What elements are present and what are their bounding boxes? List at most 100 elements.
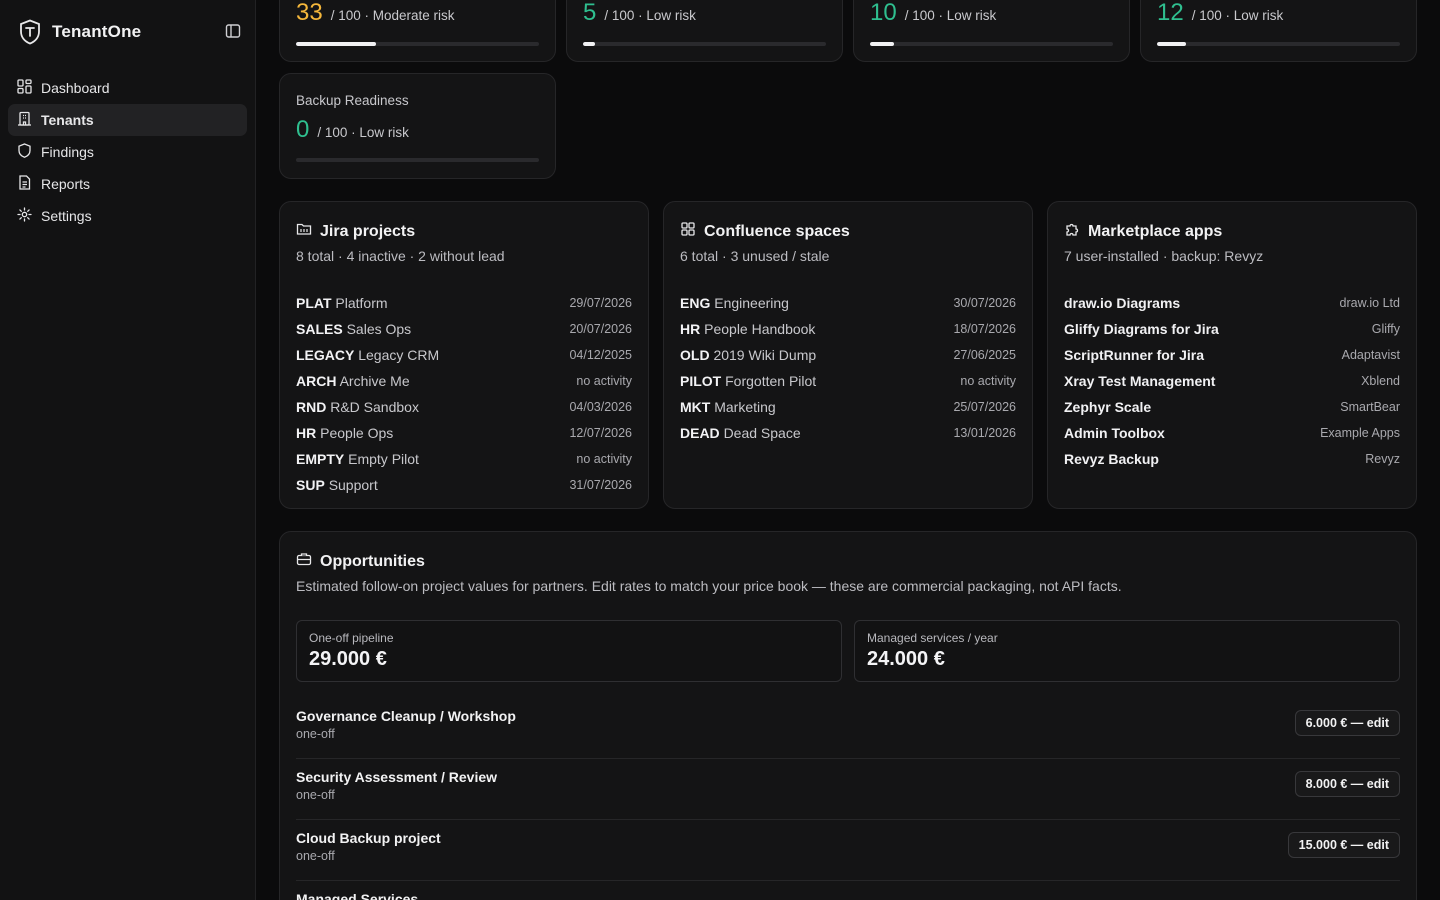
score-value: 5 <box>583 0 597 26</box>
list-item[interactable]: Admin Toolbox Example Apps <box>1064 420 1400 446</box>
score-progress-bar <box>870 42 1113 46</box>
briefcase-icon <box>296 551 312 572</box>
sidebar-toggle-icon[interactable] <box>224 22 242 40</box>
score-suffix: / 100 · Low risk <box>1191 8 1284 23</box>
opportunity-item: Managed Services <box>296 881 1400 900</box>
opportunity-name: Cloud Backup project <box>296 830 441 846</box>
list-item[interactable]: OLD 2019 Wiki Dump 27/06/2025 <box>680 342 1016 368</box>
main-content: 33 / 100 · Moderate risk 5 / 100 · Low r… <box>256 0 1440 900</box>
list-item[interactable]: PLAT Platform 29/07/2026 <box>296 290 632 316</box>
app-name: TenantOne <box>52 22 142 41</box>
confluence-space-list: ENG Engineering 30/07/2026 HR People Hand… <box>680 290 1016 446</box>
opportunity-item: Governance Cleanup / Workshop one-off 6.… <box>296 698 1400 759</box>
opportunity-type: one-off <box>296 849 335 863</box>
opportunity-type: one-off <box>296 788 335 802</box>
score-progress-bar <box>1157 42 1400 46</box>
list-item[interactable]: Zephyr Scale SmartBear <box>1064 394 1400 420</box>
opportunity-type: one-off <box>296 727 335 741</box>
panel-description: Estimated follow-on project values for p… <box>296 578 1122 594</box>
list-item[interactable]: ScriptRunner for Jira Adaptavist <box>1064 342 1400 368</box>
document-icon <box>17 175 32 193</box>
list-item[interactable]: HR People Ops 12/07/2026 <box>296 420 632 446</box>
score-progress-bar <box>296 42 539 46</box>
list-item[interactable]: RND R&D Sandbox 04/03/2026 <box>296 394 632 420</box>
sidebar-item-label: Reports <box>41 176 91 192</box>
score-suffix: / 100 · Low risk <box>904 8 997 23</box>
score-progress-bar <box>583 42 826 46</box>
score-value: 10 <box>870 0 897 26</box>
sidebar-item-label: Tenants <box>41 112 94 128</box>
list-item[interactable]: SALES Sales Ops 20/07/2026 <box>296 316 632 342</box>
sidebar-item-label: Settings <box>41 208 92 224</box>
panel-summary: 8 total · 4 inactive · 2 without lead <box>296 248 505 264</box>
list-item[interactable]: PILOT Forgotten Pilot no activity <box>680 368 1016 394</box>
dashboard-icon <box>17 79 32 97</box>
sidebar-item-label: Dashboard <box>41 80 110 96</box>
one-off-pipeline-stat: One-off pipeline 29.000 € <box>296 620 842 682</box>
sidebar-item-findings[interactable]: Findings <box>8 136 247 168</box>
score-suffix: / 100 · Moderate risk <box>330 8 455 23</box>
sidebar-item-tenants[interactable]: Tenants <box>8 104 247 136</box>
list-item[interactable]: draw.io Diagrams draw.io Ltd <box>1064 290 1400 316</box>
score-suffix: / 100 · Low risk <box>317 125 409 140</box>
puzzle-icon <box>1064 221 1080 242</box>
opportunity-name: Governance Cleanup / Workshop <box>296 708 516 724</box>
edit-rate-button[interactable]: 15.000 € — edit <box>1287 832 1400 858</box>
sidebar-item-label: Findings <box>41 144 94 160</box>
panel-summary: 6 total · 3 unused / stale <box>680 248 830 264</box>
sidebar-item-dashboard[interactable]: Dashboard <box>8 72 247 104</box>
opportunity-name: Managed Services <box>296 891 419 900</box>
confluence-spaces-panel: Confluence spaces 6 total · 3 unused / s… <box>663 201 1033 509</box>
score-suffix: / 100 · Low risk <box>604 8 696 23</box>
list-item[interactable]: DEAD Dead Space 13/01/2026 <box>680 420 1016 446</box>
list-item[interactable]: Gliffy Diagrams for Jira Gliffy <box>1064 316 1400 342</box>
sidebar-item-reports[interactable]: Reports <box>8 168 247 200</box>
score-card: 12 / 100 · Low risk <box>1140 0 1417 62</box>
list-item[interactable]: ENG Engineering 30/07/2026 <box>680 290 1016 316</box>
list-item[interactable]: HR People Handbook 18/07/2026 <box>680 316 1016 342</box>
jira-projects-panel: Jira projects 8 total · 4 inactive · 2 w… <box>279 201 649 509</box>
panel-title: Opportunities <box>320 552 425 570</box>
marketplace-apps-panel: Marketplace apps 7 user-installed · back… <box>1047 201 1417 509</box>
score-progress-bar <box>296 158 539 162</box>
backup-readiness-card: Backup Readiness 0 / 100 · Low risk <box>279 73 556 179</box>
panel-title: Jira projects <box>320 222 416 240</box>
list-item[interactable]: ARCH Archive Me no activity <box>296 368 632 394</box>
gear-icon <box>17 207 32 225</box>
shield-icon <box>17 143 32 161</box>
sidebar: TenantOne Dashboard Tenants Findings Rep… <box>0 0 256 900</box>
panel-summary: 7 user-installed · backup: Revyz <box>1064 248 1264 264</box>
sidebar-nav: Dashboard Tenants Findings Reports Setti… <box>8 72 247 232</box>
opportunity-item: Cloud Backup project one-off 15.000 € — … <box>296 820 1400 881</box>
list-item[interactable]: EMPTY Empty Pilot no activity <box>296 446 632 472</box>
list-item[interactable]: Xray Test Management Xblend <box>1064 368 1400 394</box>
brand[interactable]: TenantOne <box>18 18 141 46</box>
sidebar-item-settings[interactable]: Settings <box>8 200 247 232</box>
opportunity-name: Security Assessment / Review <box>296 769 498 785</box>
stat-label: Managed services / year <box>867 631 998 645</box>
score-value: 0 <box>296 116 310 143</box>
opportunities-panel: Opportunities Estimated follow-on projec… <box>279 531 1417 900</box>
opportunity-item: Security Assessment / Review one-off 8.0… <box>296 759 1400 820</box>
grid-icon <box>680 221 696 242</box>
managed-services-stat: Managed services / year 24.000 € <box>854 620 1400 682</box>
folder-icon <box>296 221 312 242</box>
shield-logo-icon <box>18 18 42 46</box>
score-value: 33 <box>296 0 323 26</box>
score-card: 5 / 100 · Low risk <box>566 0 843 62</box>
score-title: Backup Readiness <box>296 93 409 108</box>
stat-label: One-off pipeline <box>309 631 394 645</box>
jira-project-list: PLAT Platform 29/07/2026 SALES Sales Ops 2… <box>296 290 632 498</box>
list-item[interactable]: Revyz Backup Revyz <box>1064 446 1400 472</box>
list-item[interactable]: MKT Marketing 25/07/2026 <box>680 394 1016 420</box>
building-icon <box>17 111 32 129</box>
edit-rate-button[interactable]: 6.000 € — edit <box>1294 710 1400 736</box>
score-card: 33 / 100 · Moderate risk <box>279 0 556 62</box>
panel-title: Confluence spaces <box>704 222 850 240</box>
list-item[interactable]: LEGACY Legacy CRM 04/12/2025 <box>296 342 632 368</box>
panel-title: Marketplace apps <box>1088 222 1223 240</box>
score-value: 12 <box>1157 0 1184 26</box>
list-item[interactable]: SUP Support 31/07/2026 <box>296 472 632 498</box>
stat-value: 24.000 € <box>867 648 945 670</box>
edit-rate-button[interactable]: 8.000 € — edit <box>1294 771 1400 797</box>
